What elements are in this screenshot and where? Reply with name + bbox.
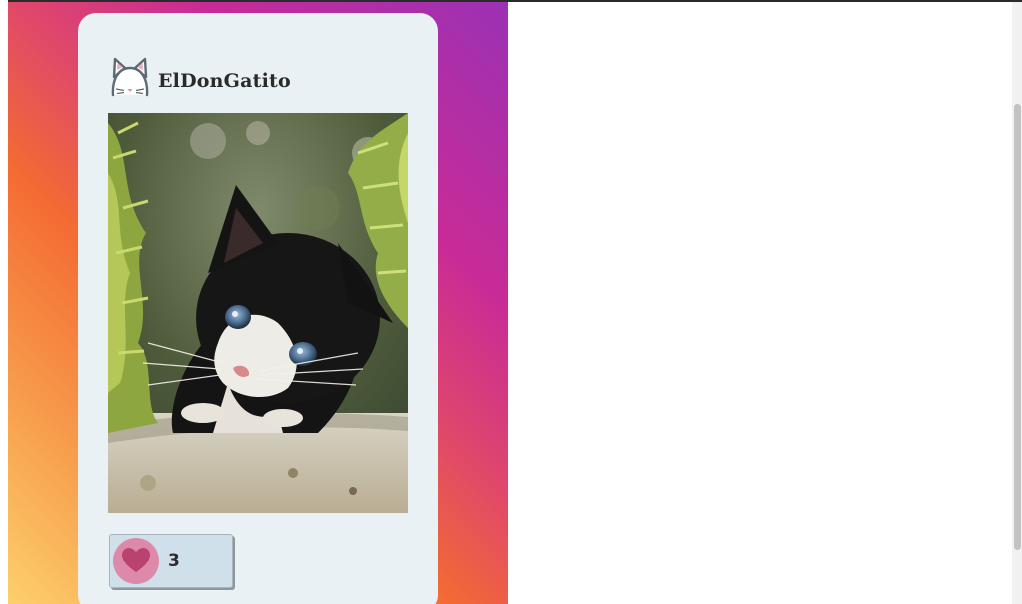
window-left-gutter [0, 0, 8, 604]
post-card: ElDonGatito 3 [78, 13, 438, 604]
post-username[interactable]: ElDonGatito [158, 70, 291, 92]
like-button[interactable]: 3 [109, 534, 233, 588]
like-count: 3 [168, 551, 180, 571]
post-header: ElDonGatito [108, 55, 291, 99]
kitten-photo [108, 113, 408, 513]
post-photo[interactable] [108, 113, 408, 513]
like-button-circle [113, 538, 159, 584]
cat-face-icon[interactable] [108, 55, 152, 99]
heart-icon [122, 548, 150, 572]
scrollbar-thumb[interactable] [1014, 104, 1021, 550]
